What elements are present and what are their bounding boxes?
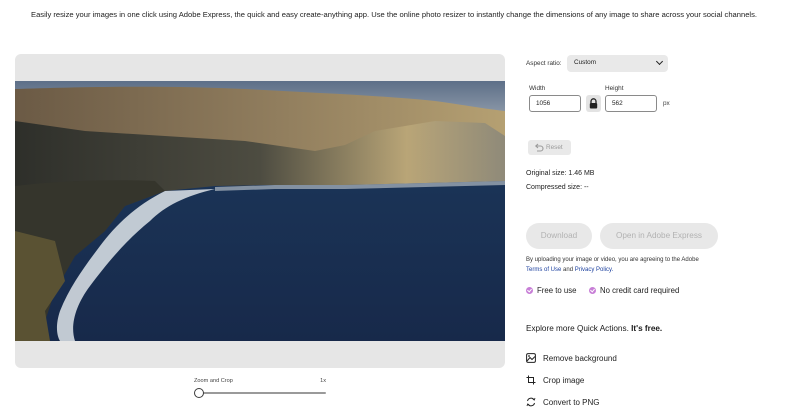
chevron-down-icon [655,57,664,66]
privacy-policy-link[interactable]: Privacy Policy. [575,267,614,273]
feature-free: Free to use [526,286,576,295]
height-input[interactable]: 562 [605,95,657,112]
aspect-ratio-label: Aspect ratio: [526,60,562,67]
image-canvas[interactable] [15,54,505,368]
zoom-value: 1x [320,378,326,384]
feature-free-label: Free to use [537,286,577,295]
crop-icon [526,375,536,385]
zoom-slider-handle[interactable] [194,388,204,398]
aspect-ratio-select[interactable]: Custom [567,55,668,72]
terms-and: and [563,267,574,273]
feature-no-card-label: No credit card required [600,286,680,295]
zoom-crop-control: Zoom and Crop 1x [193,376,327,400]
unit-label: px [663,100,670,107]
compressed-size: Compressed size: -- [526,184,589,191]
check-icon [589,287,596,294]
reset-button[interactable]: Reset [528,140,571,155]
resize-panel: Aspect ratio: Custom Width Height 1056 5… [526,0,796,415]
width-label: Width [529,85,546,92]
quick-action-label: Remove background [543,354,617,363]
download-button[interactable]: Download [526,223,592,249]
lock-aspect-button[interactable] [586,95,601,112]
remove-background-icon [526,353,536,363]
original-size: Original size: 1.46 MB [526,170,595,177]
open-in-express-button[interactable]: Open in Adobe Express [600,223,718,249]
lock-icon [589,98,598,109]
quick-action-label: Convert to PNG [543,398,600,407]
zoom-label: Zoom and Crop [194,378,233,384]
quick-action-label: Crop image [543,376,585,385]
height-label: Height [605,85,624,92]
photo-preview[interactable] [15,81,505,341]
feature-no-card: No credit card required [589,286,679,295]
zoom-slider-track[interactable] [198,392,326,394]
explore-heading: Explore more Quick Actions. It's free. [526,324,662,333]
reset-icon [534,143,544,152]
reset-label: Reset [546,144,563,151]
terms-of-use-link[interactable]: Terms of Use [526,267,561,273]
terms-prefix: By uploading your image or video, you ar… [526,257,699,263]
explore-emph: It's free. [631,324,663,333]
aspect-ratio-value: Custom [574,59,597,66]
check-icon [526,287,533,294]
terms-text: By uploading your image or video, you ar… [526,255,756,275]
explore-lead: Explore more Quick Actions. [526,324,629,333]
width-input[interactable]: 1056 [529,95,581,112]
convert-icon [526,397,536,407]
